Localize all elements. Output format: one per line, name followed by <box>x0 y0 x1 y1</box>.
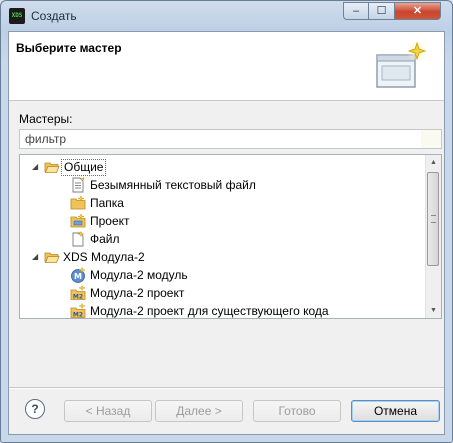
modula2-module-icon: M <box>71 267 86 283</box>
new-project-icon <box>70 213 86 228</box>
tree-group-label: Общие <box>61 159 107 176</box>
page-title: Выберите мастер <box>16 41 122 55</box>
tree-item[interactable]: Безымянный текстовый файл <box>20 176 425 194</box>
tree-item-label: Безымянный текстовый файл <box>90 178 256 192</box>
next-button[interactable]: Далее > <box>155 400 243 422</box>
title-bar[interactable]: XDS Создать – ☐ ✕ <box>1 1 452 31</box>
svg-text:M2: M2 <box>73 312 83 319</box>
scroll-down-arrow-icon[interactable]: ▼ <box>426 303 441 318</box>
tree-item[interactable]: Проект <box>20 212 425 230</box>
tree-item-label: Модула-2 модуль <box>90 268 188 282</box>
help-icon[interactable]: ? <box>25 399 45 419</box>
scroll-thumb[interactable] <box>427 172 439 266</box>
tree-item[interactable]: M Модула-2 модуль <box>20 266 425 284</box>
collapse-arrow-icon[interactable]: ◢ <box>32 163 40 171</box>
tree-item[interactable]: M2 Модула-2 проект для существующего код… <box>20 302 425 319</box>
modula2-project-icon: M2 <box>70 285 86 301</box>
filter-clear-area[interactable] <box>421 130 441 148</box>
back-button[interactable]: < Назад <box>64 400 152 422</box>
tree-vertical-scrollbar[interactable]: ▲ ▼ <box>425 155 441 318</box>
new-wizard-icon <box>376 41 428 88</box>
modula2-existing-project-icon: M2 <box>70 303 86 319</box>
tree-item-label: Модула-2 проект <box>90 286 185 300</box>
scroll-grip-icon <box>431 215 436 223</box>
tree-group-label: XDS Модула-2 <box>63 250 145 264</box>
new-folder-icon <box>70 195 86 210</box>
tree-group-xds-modula2[interactable]: ◢ XDS Модула-2 <box>20 248 425 266</box>
tree-item[interactable]: Файл <box>20 230 425 248</box>
wizard-banner: Выберите мастер <box>9 32 444 101</box>
filter-value: фильтр <box>25 132 67 146</box>
finish-button[interactable]: Готово <box>253 400 341 422</box>
tree-item[interactable]: M2 Модула-2 проект <box>20 284 425 302</box>
tree-item-label: Проект <box>90 214 130 228</box>
collapse-arrow-icon[interactable]: ◢ <box>32 253 40 261</box>
filter-input[interactable]: фильтр <box>19 129 442 149</box>
tree-item-label: Папка <box>90 196 124 210</box>
tree-item-label: Модула-2 проект для существующего кода <box>90 304 329 318</box>
tree-item[interactable]: Папка <box>20 194 425 212</box>
close-button[interactable]: ✕ <box>395 2 441 20</box>
masters-label: Мастеры: <box>19 112 73 126</box>
dialog-body: Выберите мастер Мастеры: фильтр ◢ Общие … <box>8 31 445 435</box>
dialog-window: XDS Создать – ☐ ✕ Выберите мастер Мастер… <box>0 0 453 443</box>
window-title: Создать <box>31 9 77 23</box>
button-bar-separator <box>9 387 444 389</box>
open-folder-icon <box>44 162 60 173</box>
open-folder-icon <box>44 252 60 263</box>
svg-text:M2: M2 <box>73 294 83 301</box>
maximize-button[interactable]: ☐ <box>369 2 395 20</box>
xds-app-icon: XDS <box>9 8 25 24</box>
tree-item-label: Файл <box>90 232 120 246</box>
text-file-icon <box>72 177 85 193</box>
cancel-button[interactable]: Отмена <box>351 400 440 422</box>
new-file-icon <box>72 231 85 247</box>
wizard-tree[interactable]: ◢ Общие Безымянный текстовый файл Папка … <box>19 154 442 319</box>
tree-group-general[interactable]: ◢ Общие <box>20 158 425 176</box>
minimize-button[interactable]: – <box>343 2 369 20</box>
svg-text:M: M <box>74 272 82 281</box>
scroll-up-arrow-icon[interactable]: ▲ <box>426 155 441 170</box>
